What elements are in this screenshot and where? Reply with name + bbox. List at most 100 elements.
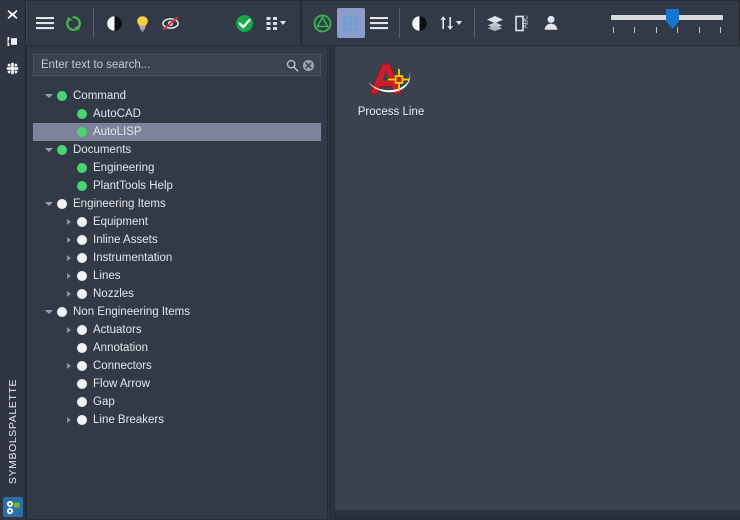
abc-annotation-icon[interactable]: ABC	[509, 8, 537, 38]
symbol-tree[interactable]: Command AutoCAD AutoLISP Documents Engineeri…	[33, 86, 321, 513]
tree-item-gap[interactable]: Gap	[33, 393, 321, 411]
tree-item-equipment[interactable]: Equipment	[33, 213, 321, 231]
chevron-right-icon[interactable]	[61, 321, 77, 339]
search-box[interactable]	[33, 54, 321, 76]
chevron-right-icon[interactable]	[61, 249, 77, 267]
zoom-slider-ticks	[613, 27, 721, 33]
search-input[interactable]	[41, 59, 284, 71]
symbol-palette-window: SYMBOLSPALETTE ABC Enter text to search.…	[0, 0, 740, 520]
person-icon[interactable]	[537, 8, 565, 38]
status-dot-green	[77, 181, 87, 191]
chevron-right-icon[interactable]	[61, 231, 77, 249]
tree-item-autolisp[interactable]: AutoLISP	[33, 123, 321, 141]
tree-item-nozzles[interactable]: Nozzles	[33, 285, 321, 303]
status-dot-green	[57, 91, 67, 101]
twisty-placeholder	[61, 375, 77, 393]
status-dot-white	[77, 397, 87, 407]
tree-item-label: Annotation	[93, 342, 148, 354]
tree-item-label: Engineering	[93, 162, 155, 174]
shape-outline-icon[interactable]	[309, 8, 337, 38]
chevron-right-icon[interactable]	[61, 411, 77, 429]
chevron-down-icon[interactable]	[41, 195, 57, 213]
tree-item-planttools-help[interactable]: PlantTools Help	[33, 177, 321, 195]
chevron-right-icon[interactable]	[61, 267, 77, 285]
close-icon[interactable]	[3, 4, 23, 24]
status-dot-white	[77, 271, 87, 281]
tree-item-instrumentation[interactable]: Instrumentation	[33, 249, 321, 267]
tree-item-documents[interactable]: Documents	[33, 141, 321, 159]
grid-dots-icon[interactable]	[259, 8, 293, 38]
tree-item-label: AutoCAD	[93, 108, 141, 120]
chevron-right-icon[interactable]	[61, 213, 77, 231]
autocad-logo-icon	[365, 56, 417, 102]
chevron-down-icon[interactable]	[41, 87, 57, 105]
status-dot-white	[57, 307, 67, 317]
auto-hide-pin-icon[interactable]	[3, 31, 23, 51]
tree-item-label: Flow Arrow	[93, 378, 150, 390]
chevron-down-icon	[456, 21, 462, 25]
sort-icon[interactable]	[434, 8, 468, 38]
tree-item-label: Connectors	[93, 360, 152, 372]
list-view-icon[interactable]	[365, 8, 393, 38]
status-dot-white	[77, 361, 87, 371]
twisty-placeholder	[61, 105, 77, 123]
tree-item-flow-arrow[interactable]: Flow Arrow	[33, 375, 321, 393]
toolbar-separator-2	[299, 0, 302, 46]
tree-item-label: Non Engineering Items	[73, 306, 190, 318]
tree-item-annotation[interactable]: Annotation	[33, 339, 321, 357]
layers-icon[interactable]	[481, 8, 509, 38]
check-circle-icon[interactable]	[231, 8, 259, 38]
status-dot-white	[77, 415, 87, 425]
status-strip	[335, 510, 740, 519]
chevron-down-icon	[279, 21, 286, 25]
tree-item-engineering[interactable]: Engineering	[33, 159, 321, 177]
chevron-down-icon[interactable]	[41, 303, 57, 321]
tree-item-autocad[interactable]: AutoCAD	[33, 105, 321, 123]
tree-item-non-engineering-items[interactable]: Non Engineering Items	[33, 303, 321, 321]
zoom-slider-thumb[interactable]	[666, 9, 679, 29]
tree-item-line-breakers[interactable]: Line Breakers	[33, 411, 321, 429]
toolbar-sort-group	[406, 1, 468, 45]
autocad-logo-icon	[368, 63, 411, 95]
tree-item-inline-assets[interactable]: Inline Assets	[33, 231, 321, 249]
tree-item-label: Instrumentation	[93, 252, 173, 264]
palette-vertical-title: SYMBOLSPALETTE	[0, 379, 26, 484]
symbol-content-pane: Process Line	[334, 46, 740, 520]
planttools-app-icon[interactable]	[3, 497, 23, 517]
tree-item-label: Engineering Items	[73, 198, 166, 210]
toolbar-left-group	[31, 1, 87, 45]
no-preview-icon[interactable]	[156, 8, 184, 38]
zoom-slider[interactable]	[611, 6, 723, 40]
tree-item-label: PlantTools Help	[93, 180, 173, 192]
panel-options-icon[interactable]	[3, 58, 23, 78]
chevron-down-icon[interactable]	[41, 141, 57, 159]
tree-item-engineering-items[interactable]: Engineering Items	[33, 195, 321, 213]
palette-body: Command AutoCAD AutoLISP Documents Engineeri…	[26, 46, 740, 520]
twisty-placeholder	[61, 393, 77, 411]
tree-item-label: Nozzles	[93, 288, 134, 300]
contrast-icon[interactable]	[100, 8, 128, 38]
tree-item-actuators[interactable]: Actuators	[33, 321, 321, 339]
chevron-right-icon[interactable]	[61, 285, 77, 303]
tree-item-label: Documents	[73, 144, 132, 156]
tree-item-connectors[interactable]: Connectors	[33, 357, 321, 375]
chevron-right-icon[interactable]	[61, 357, 77, 375]
menu-icon[interactable]	[31, 8, 59, 38]
toolbar-view-group	[309, 1, 393, 45]
refresh-icon[interactable]	[59, 8, 87, 38]
clear-icon[interactable]	[300, 57, 316, 73]
symbol-tree-pane: Command AutoCAD AutoLISP Documents Engineeri…	[26, 46, 328, 520]
search-icon[interactable]	[284, 57, 300, 73]
contrast-icon[interactable]	[406, 8, 434, 38]
rail-icon-group	[0, 0, 25, 78]
symbol-item[interactable]: Process Line	[345, 54, 437, 118]
grid-view-icon[interactable]	[336, 8, 365, 38]
svg-text:ABC: ABC	[522, 15, 529, 29]
tree-item-lines[interactable]: Lines	[33, 267, 321, 285]
lightbulb-icon[interactable]	[128, 8, 156, 38]
tree-item-label: Inline Assets	[93, 234, 158, 246]
status-dot-white	[77, 235, 87, 245]
tree-item-command[interactable]: Command	[33, 87, 321, 105]
status-dot-green	[57, 145, 67, 155]
symbol-grid[interactable]: Process Line	[345, 54, 740, 118]
